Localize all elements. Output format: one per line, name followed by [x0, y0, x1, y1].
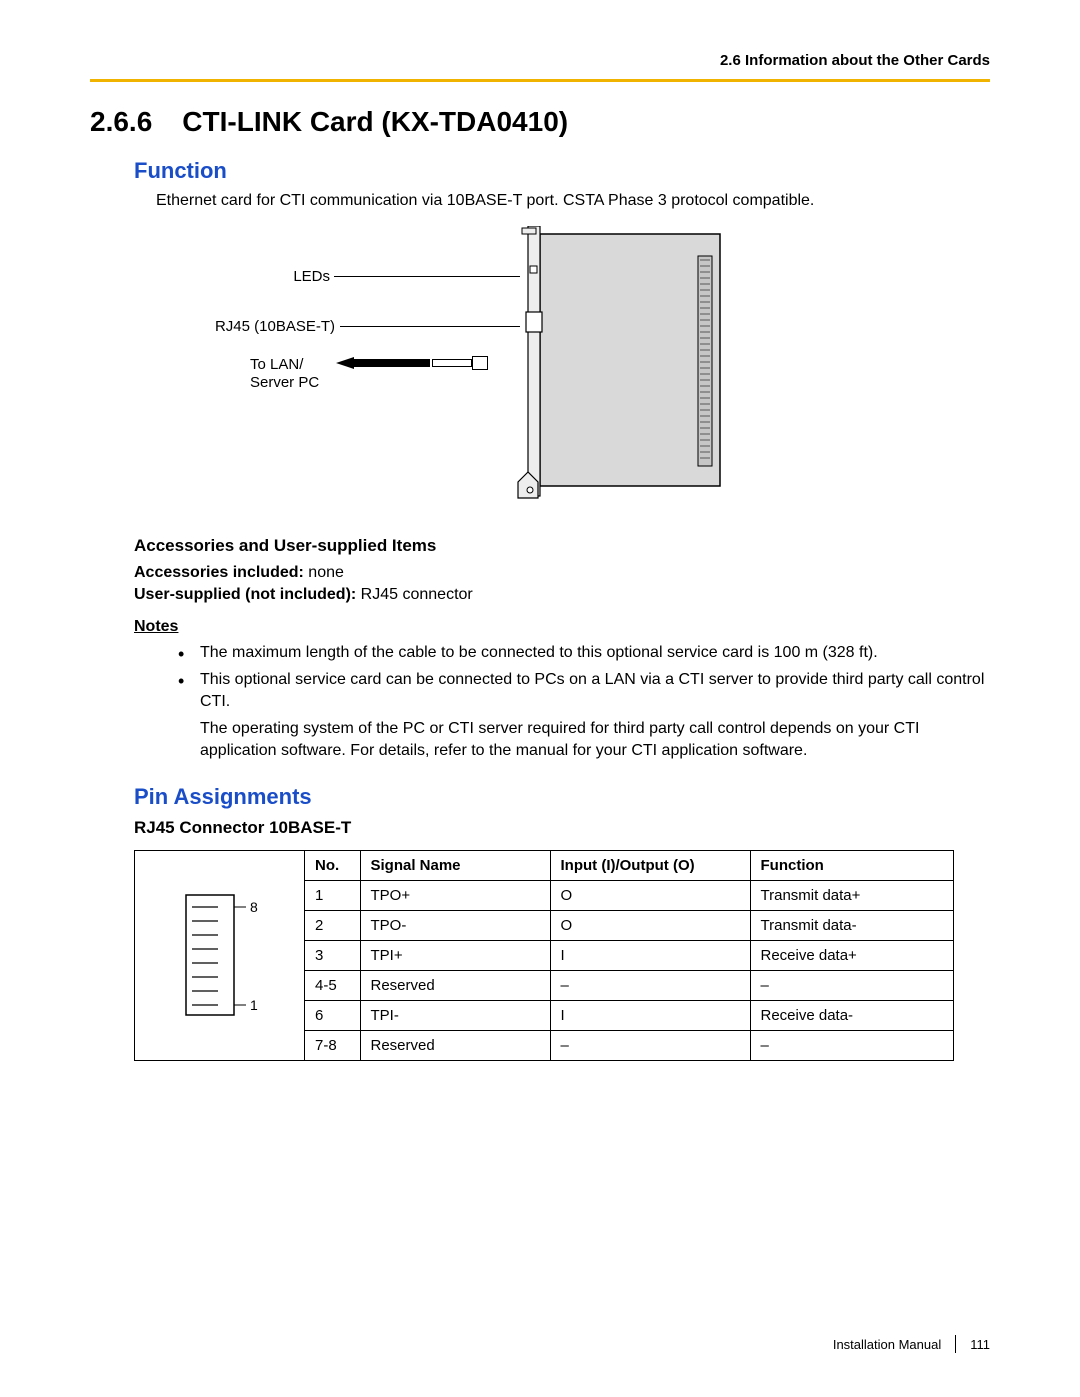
notes-label: Notes [134, 618, 990, 636]
table-row: 4-5Reserved–– [305, 970, 953, 1000]
user-supplied-label: User-supplied (not included): [134, 586, 356, 603]
section-title: 2.6.6 CTI-LINK Card (KX-TDA0410) [90, 106, 990, 138]
table-cell: 6 [305, 1000, 360, 1030]
accessories-heading: Accessories and User-supplied Items [134, 536, 990, 556]
note-sub-text: The operating system of the PC or CTI se… [200, 718, 990, 761]
table-cell: Transmit data- [750, 910, 953, 940]
pin-subheading: RJ45 Connector 10BASE-T [134, 818, 990, 838]
table-cell: Receive data- [750, 1000, 953, 1030]
table-cell: – [550, 970, 750, 1000]
pin-table-wrap: No. Signal Name Input (I)/Output (O) Fun… [305, 851, 953, 1060]
table-row: 1TPO+OTransmit data+ [305, 880, 953, 910]
arrow-to-lan-icon [336, 357, 354, 369]
footer-page: 111 [970, 1337, 990, 1352]
accessories-included-value: none [308, 564, 344, 581]
user-supplied: User-supplied (not included): RJ45 conne… [134, 586, 990, 604]
card-figure: LEDs RJ45 (10BASE-T) To LAN/ Server PC [210, 226, 730, 516]
header-rule [90, 79, 990, 82]
pin-label-8: 8 [250, 899, 258, 915]
table-cell: O [550, 880, 750, 910]
table-row: 7-8Reserved–– [305, 1030, 953, 1060]
page: 2.6 Information about the Other Cards 2.… [0, 0, 1080, 1397]
rj45-plug-icon [432, 356, 492, 370]
accessories-included-label: Accessories included: [134, 564, 304, 581]
pin-assignments-heading: Pin Assignments [134, 784, 990, 810]
footer-divider-icon [955, 1335, 956, 1353]
footer-book: Installation Manual [833, 1337, 941, 1352]
function-text: Ethernet card for CTI communication via … [156, 190, 990, 212]
function-heading: Function [134, 158, 990, 184]
header-right: 2.6 Information about the Other Cards [90, 52, 990, 79]
table-row: 6TPI-IReceive data- [305, 1000, 953, 1030]
table-cell: 3 [305, 940, 360, 970]
table-cell: TPO+ [360, 880, 550, 910]
pin-label-1: 1 [250, 997, 258, 1013]
table-cell: 7-8 [305, 1030, 360, 1060]
table-cell: – [750, 970, 953, 1000]
table-cell: Reserved [360, 1030, 550, 1060]
table-cell: Reserved [360, 970, 550, 1000]
rj45-diagram-cell: 8 1 [135, 851, 305, 1060]
callout-to-lan: To LAN/ [250, 356, 330, 373]
table-row: 2TPO-OTransmit data- [305, 910, 953, 940]
table-cell: TPI+ [360, 940, 550, 970]
table-cell: TPI- [360, 1000, 550, 1030]
table-cell: 2 [305, 910, 360, 940]
pin-assignment-block: 8 1 No. Signal Name Input (I)/Output (O)… [134, 850, 954, 1061]
section-title-text: CTI-LINK Card (KX-TDA0410) [182, 106, 568, 137]
col-io: Input (I)/Output (O) [550, 851, 750, 881]
callout-line-leds [334, 276, 520, 277]
arrow-shaft [354, 359, 430, 367]
table-cell: Receive data+ [750, 940, 953, 970]
note-item: This optional service card can be connec… [178, 669, 990, 712]
pin-table: No. Signal Name Input (I)/Output (O) Fun… [305, 851, 953, 1060]
table-row: 3TPI+IReceive data+ [305, 940, 953, 970]
callout-leds: LEDs [250, 268, 330, 285]
notes-list: The maximum length of the cable to be co… [178, 642, 990, 713]
card-body-icon [500, 226, 730, 506]
table-cell: Transmit data+ [750, 880, 953, 910]
callout-server-pc: Server PC [250, 374, 340, 391]
col-no: No. [305, 851, 360, 881]
rj45-connector-icon: 8 1 [160, 885, 280, 1025]
table-cell: O [550, 910, 750, 940]
table-cell: TPO- [360, 910, 550, 940]
table-header-row: No. Signal Name Input (I)/Output (O) Fun… [305, 851, 953, 881]
note-item: The maximum length of the cable to be co… [178, 642, 990, 664]
callout-rj45: RJ45 (10BASE-T) [180, 318, 335, 335]
footer: Installation Manual 111 [833, 1335, 990, 1353]
table-cell: – [750, 1030, 953, 1060]
accessories-included: Accessories included: none [134, 564, 990, 582]
pin-table-body: 1TPO+OTransmit data+2TPO-OTransmit data-… [305, 880, 953, 1060]
user-supplied-value: RJ45 connector [361, 586, 473, 603]
section-number: 2.6.6 [90, 106, 152, 138]
table-cell: I [550, 940, 750, 970]
col-function: Function [750, 851, 953, 881]
table-cell: 4-5 [305, 970, 360, 1000]
table-cell: – [550, 1030, 750, 1060]
table-cell: 1 [305, 880, 360, 910]
table-cell: I [550, 1000, 750, 1030]
col-signal: Signal Name [360, 851, 550, 881]
callout-line-rj45 [340, 326, 520, 327]
